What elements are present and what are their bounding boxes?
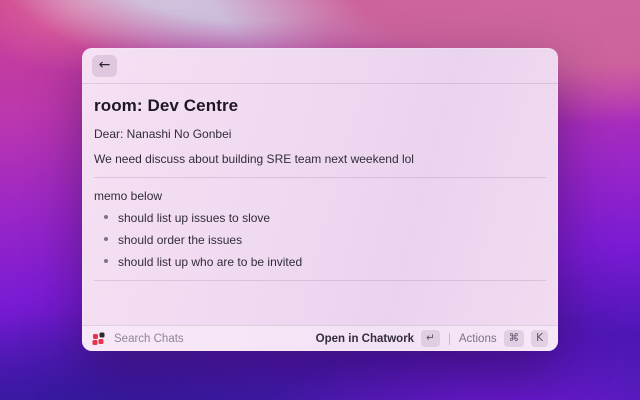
footer-separator bbox=[449, 333, 450, 345]
dear-line: Dear: Nanashi No Gonbei bbox=[94, 127, 546, 141]
divider bbox=[94, 177, 546, 178]
actions-button[interactable]: Actions bbox=[459, 333, 497, 345]
chatwork-extension-icon bbox=[92, 332, 106, 346]
search-chats-field[interactable]: Search Chats bbox=[114, 333, 184, 345]
window-header: ← bbox=[82, 48, 558, 84]
enter-key-badge[interactable]: ↵ bbox=[421, 330, 440, 347]
memo-list: should list up issues to slove should or… bbox=[94, 211, 546, 269]
back-button[interactable]: ← bbox=[92, 55, 117, 77]
cmd-key-badge[interactable]: ⌘ bbox=[504, 330, 525, 347]
memo-heading: memo below bbox=[94, 189, 546, 203]
divider bbox=[94, 280, 546, 281]
list-item: should order the issues bbox=[104, 233, 546, 247]
k-key-badge[interactable]: K bbox=[531, 330, 548, 347]
body-line: We need discuss about building SRE team … bbox=[94, 152, 546, 166]
footer-left: Search Chats bbox=[92, 332, 316, 346]
screen: ← room: Dev Centre Dear: Nanashi No Gonb… bbox=[0, 0, 640, 400]
room-title: room: Dev Centre bbox=[94, 96, 546, 116]
list-item: should list up issues to slove bbox=[104, 211, 546, 225]
detail-content: room: Dev Centre Dear: Nanashi No Gonbei… bbox=[82, 84, 558, 325]
list-item: should list up who are to be invited bbox=[104, 255, 546, 269]
window-footer: Search Chats Open in Chatwork ↵ Actions … bbox=[82, 325, 558, 351]
list-item-label: should list up issues to slove bbox=[118, 211, 270, 225]
bullet-icon bbox=[104, 215, 108, 219]
back-arrow-icon: ← bbox=[99, 57, 111, 73]
launcher-window: ← room: Dev Centre Dear: Nanashi No Gonb… bbox=[82, 48, 558, 351]
list-item-label: should order the issues bbox=[118, 233, 242, 247]
bullet-icon bbox=[104, 259, 108, 263]
bullet-icon bbox=[104, 237, 108, 241]
list-item-label: should list up who are to be invited bbox=[118, 255, 302, 269]
open-in-chatwork-button[interactable]: Open in Chatwork bbox=[316, 333, 414, 345]
footer-right: Open in Chatwork ↵ Actions ⌘ K bbox=[316, 330, 548, 347]
